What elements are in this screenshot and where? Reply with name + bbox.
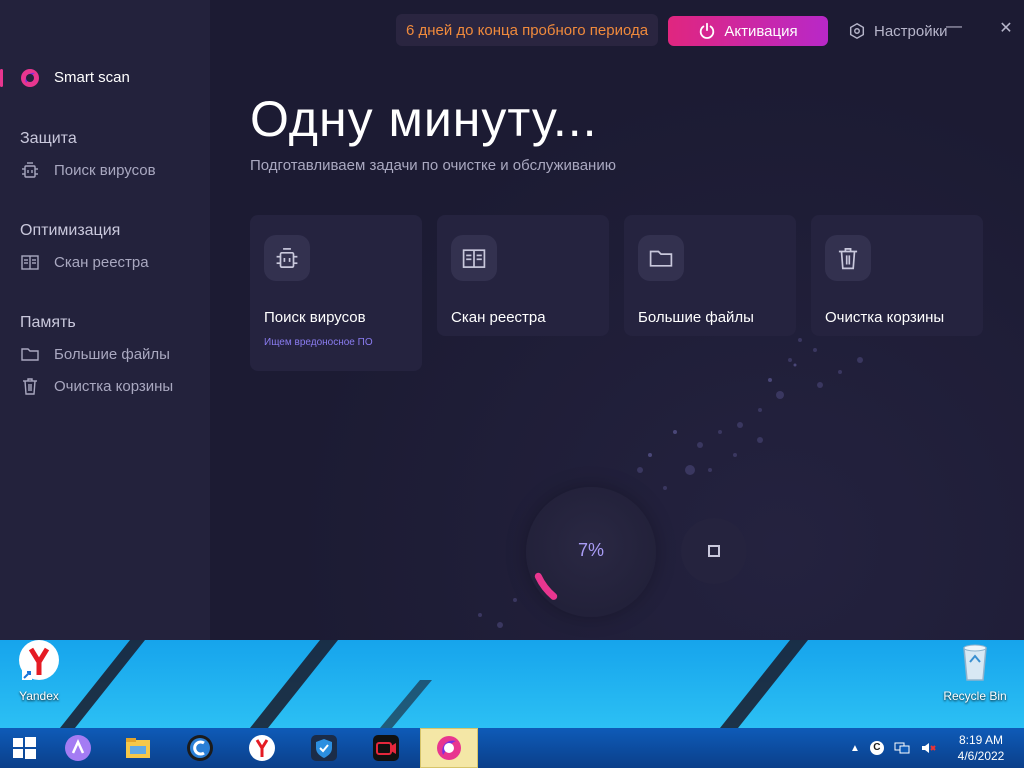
card-icon-box xyxy=(825,235,871,281)
sidebar-item-virus-scan[interactable]: Поиск вирусов xyxy=(0,157,210,183)
desktop-icon-yandex[interactable]: Yandex xyxy=(4,640,74,703)
app-window: Smart scan Защита Поиск вирусов Оптимиза… xyxy=(0,0,1024,640)
taskbar-vpn[interactable] xyxy=(300,728,348,768)
progress-percent: 7% xyxy=(577,540,604,560)
yandex-browser-icon xyxy=(249,735,275,761)
cleaner-app-icon xyxy=(437,736,461,760)
desktop-icon-recycle-bin[interactable]: Recycle Bin xyxy=(940,640,1010,703)
sidebar-item-label: Скан реестра xyxy=(54,254,149,271)
screen-recorder-icon xyxy=(373,735,399,761)
start-icon xyxy=(13,737,36,759)
card-status: Ищем вредоносное ПО xyxy=(264,337,373,348)
section-title-protection: Защита xyxy=(20,130,77,147)
sidebar-item-large-files[interactable]: Большие файлы xyxy=(0,341,210,367)
clock-date: 4/6/2022 xyxy=(957,749,1005,763)
folder-icon xyxy=(21,348,39,361)
page-title: Одну минуту... xyxy=(250,91,598,147)
sidebar-item-label: Smart scan xyxy=(54,69,130,86)
desktop-icon-label: Yandex xyxy=(19,689,59,703)
taskbar-clock[interactable]: 8:19 AM 4/6/2022 xyxy=(948,732,1014,764)
taskbar-alice[interactable] xyxy=(54,728,102,768)
folder-icon xyxy=(649,250,673,267)
page-subtitle: Подготавливаем задачи по очистке и обслу… xyxy=(250,157,616,174)
desktop: Yandex Recycle Bin xyxy=(0,640,1024,728)
sidebar-item-label: Поиск вирусов xyxy=(54,162,156,179)
start-button[interactable] xyxy=(0,728,48,768)
taskbar-ccleaner[interactable] xyxy=(176,728,224,768)
active-indicator xyxy=(0,69,3,87)
card-icon-box xyxy=(264,235,310,281)
bug-icon xyxy=(276,248,298,268)
ccleaner-icon xyxy=(187,735,213,761)
trash-icon xyxy=(23,378,37,395)
sidebar-item-smart-scan[interactable]: Smart scan xyxy=(0,63,210,93)
alice-icon xyxy=(65,735,91,761)
task-card-registry-scan[interactable]: Скан реестра xyxy=(437,215,609,336)
taskbar: ▲ C 8:19 AM 4/6/2022 xyxy=(0,728,1024,768)
desktop-wallpaper xyxy=(60,640,808,728)
vpn-shield-icon xyxy=(311,735,337,761)
trial-notice[interactable]: 6 дней до конца пробного периода xyxy=(396,14,658,46)
sidebar-item-label: Очистка корзины xyxy=(54,378,174,395)
file-explorer-icon xyxy=(126,738,150,758)
section-title-memory: Память xyxy=(20,314,76,331)
activate-button[interactable]: Активация xyxy=(668,16,828,46)
settings-label: Настройки xyxy=(874,22,948,40)
volume-muted-icon[interactable] xyxy=(920,741,936,755)
task-card-large-files[interactable]: Большие файлы xyxy=(624,215,796,336)
card-icon-box xyxy=(638,235,684,281)
taskbar-cleaner-app[interactable] xyxy=(420,728,478,768)
taskbar-file-explorer[interactable] xyxy=(114,728,162,768)
system-tray: ▲ C xyxy=(850,728,950,768)
gear-icon xyxy=(849,22,865,40)
sidebar-item-empty-trash[interactable]: Очистка корзины xyxy=(0,373,210,399)
sidebar-item-label: Большие файлы xyxy=(54,346,170,363)
app-logo-icon xyxy=(21,69,39,87)
card-title: Очистка корзины xyxy=(825,309,945,326)
stop-button[interactable] xyxy=(681,518,747,584)
book-icon xyxy=(21,255,39,270)
ccleaner-tray-icon[interactable]: C xyxy=(869,741,884,755)
bug-icon xyxy=(22,162,38,178)
taskbar-yandex-browser[interactable] xyxy=(238,728,286,768)
book-icon xyxy=(462,249,486,268)
minimize-button[interactable]: — xyxy=(944,18,964,42)
task-card-empty-trash[interactable]: Очистка корзины xyxy=(811,215,983,336)
yandex-browser-icon xyxy=(19,640,59,680)
desktop-icon-label: Recycle Bin xyxy=(943,689,1007,703)
card-title: Скан реестра xyxy=(451,309,546,326)
task-card-virus-scan[interactable]: Поиск вирусов Ищем вредоносное ПО xyxy=(250,215,422,371)
sidebar-item-registry-scan[interactable]: Скан реестра xyxy=(0,249,210,275)
trash-icon xyxy=(838,248,858,270)
network-icon[interactable] xyxy=(894,741,910,755)
power-icon xyxy=(700,22,715,39)
card-title: Поиск вирусов xyxy=(264,309,366,326)
section-title-optimization: Оптимизация xyxy=(20,222,121,239)
sidebar: Smart scan Защита Поиск вирусов Оптимиза… xyxy=(0,0,210,640)
recycle-bin-icon xyxy=(963,644,987,681)
settings-button[interactable]: Настройки xyxy=(848,20,948,42)
chevron-up-icon[interactable]: ▲ xyxy=(850,743,860,754)
taskbar-screen-recorder[interactable] xyxy=(362,728,410,768)
card-icon-box xyxy=(451,235,497,281)
card-title: Большие файлы xyxy=(638,309,754,326)
clock-time: 8:19 AM xyxy=(958,733,1004,747)
stop-icon xyxy=(708,545,720,557)
close-button[interactable]: ✕ xyxy=(996,18,1016,42)
activate-label: Активация xyxy=(724,22,798,40)
